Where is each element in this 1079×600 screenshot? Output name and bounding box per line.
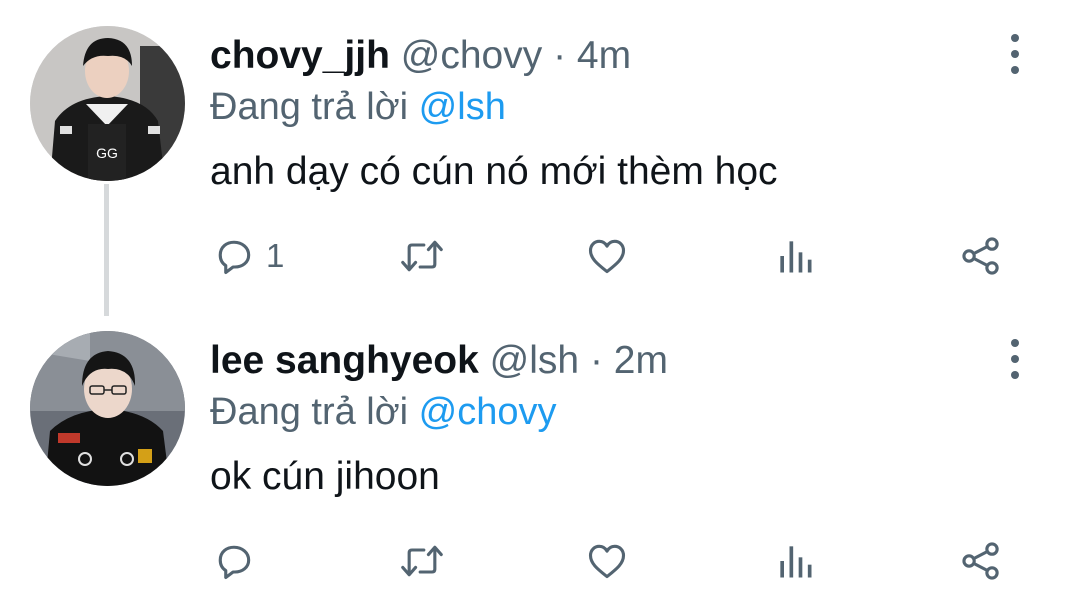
share-button[interactable] (958, 533, 1004, 589)
replying-to-label: Đang trả lời (210, 391, 409, 433)
reply-button[interactable] (212, 533, 266, 589)
tweet-text: ok cún jihoon (210, 455, 440, 498)
stats-button[interactable] (775, 228, 815, 284)
stats-button[interactable] (775, 533, 815, 589)
display-name[interactable]: lee sanghyeok (210, 339, 479, 382)
share-icon (962, 237, 999, 275)
display-name[interactable]: chovy_jjh (210, 34, 390, 77)
stats-icon (780, 241, 812, 273)
retweet-icon (401, 545, 443, 577)
retweet-button[interactable] (397, 533, 447, 589)
timestamp[interactable]: 4m (577, 34, 631, 77)
like-button[interactable] (584, 228, 630, 284)
tweet-header: chovy_jjh @chovy · 4m (210, 33, 631, 79)
tweet-actions (0, 533, 1079, 589)
reply-button[interactable]: 1 (212, 228, 284, 284)
separator-dot: · (553, 34, 567, 77)
reply-count: 1 (266, 237, 285, 274)
timestamp[interactable]: 2m (614, 339, 668, 382)
tweet-header: lee sanghyeok @lsh · 2m (210, 338, 668, 384)
reply-icon (218, 240, 251, 275)
tweet-text: anh dạy có cún nó mới thèm học (210, 150, 778, 193)
svg-text:GG: GG (96, 145, 118, 161)
user-handle[interactable]: @lsh (490, 339, 579, 382)
replying-to-label: Đang trả lời (210, 86, 409, 128)
more-options-icon[interactable] (1000, 34, 1030, 74)
tweet[interactable]: GG chovy_jjh @chovy · 4m Đang trả lời @l… (0, 0, 1079, 290)
mention-link[interactable]: @chovy (419, 391, 557, 433)
tweet-actions: 1 (0, 228, 1079, 284)
like-icon (588, 544, 626, 579)
reply-thread: GG chovy_jjh @chovy · 4m Đang trả lời @l… (0, 0, 1079, 600)
tweet[interactable]: lee sanghyeok @lsh · 2m Đang trả lời @ch… (0, 305, 1079, 595)
reply-icon (218, 545, 251, 580)
replying-to: Đang trả lời @chovy (210, 389, 557, 435)
retweet-button[interactable] (397, 228, 447, 284)
mention-link[interactable]: @lsh (419, 86, 506, 128)
share-icon (962, 542, 999, 580)
avatar[interactable]: GG (30, 26, 185, 181)
user-handle[interactable]: @chovy (401, 34, 542, 77)
separator-dot: · (589, 339, 603, 382)
like-icon (588, 239, 626, 274)
more-options-icon[interactable] (1000, 339, 1030, 379)
share-button[interactable] (958, 228, 1004, 284)
like-button[interactable] (584, 533, 630, 589)
replying-to: Đang trả lời @lsh (210, 84, 506, 130)
retweet-icon (401, 240, 443, 272)
stats-icon (780, 546, 812, 578)
avatar[interactable] (30, 331, 185, 486)
